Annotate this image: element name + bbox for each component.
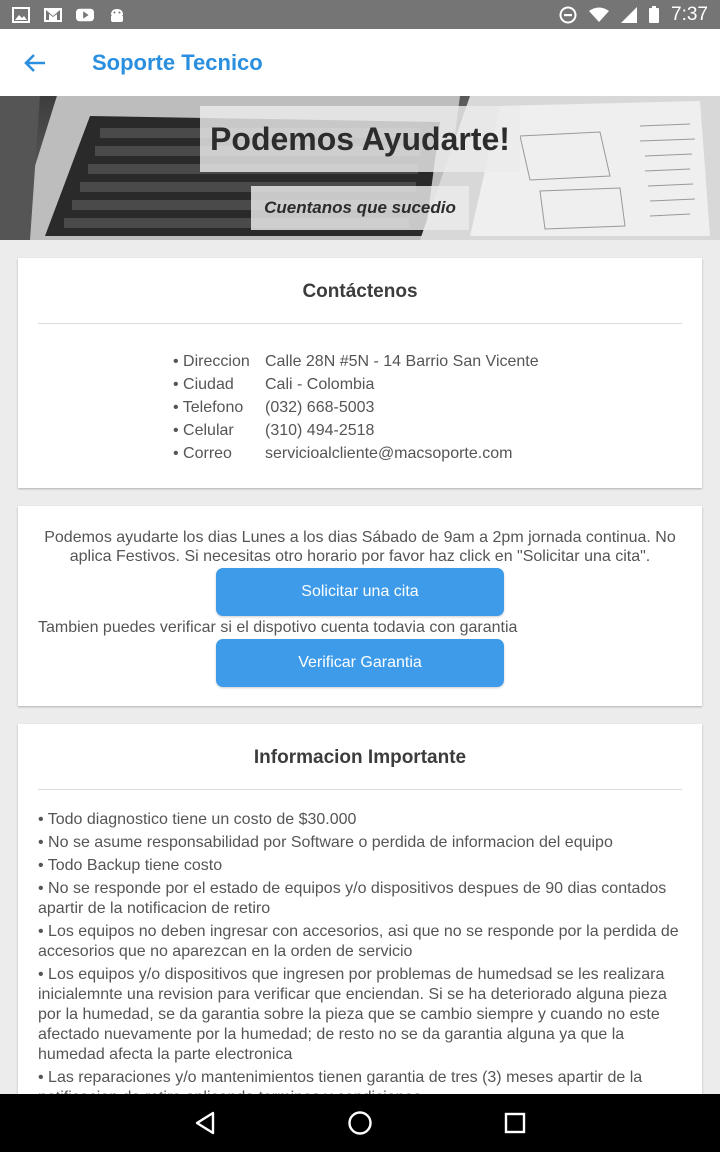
arrow-back-icon [24, 53, 45, 72]
hero-title: Podemos Ayudarte! [200, 106, 520, 172]
divider [38, 789, 682, 790]
nav-home-icon [348, 1111, 372, 1135]
info-heading: Informacion Importante [253, 747, 467, 768]
do-not-disturb-icon [559, 6, 577, 23]
signal-icon [621, 6, 638, 23]
list-item: • Todo Backup tiene costo [38, 857, 223, 874]
list-item: • No se responde por el estado de equipo… [38, 880, 667, 917]
schedule-intro: Podemos ayudarte los dias Lunes a los di… [44, 529, 676, 565]
wifi-icon [589, 7, 610, 22]
important-info-card: Informacion Importante • Todo diagnostic… [18, 724, 702, 1124]
status-bar: 7:37 [0, 0, 720, 29]
contact-value: Cali - Colombia [265, 376, 375, 393]
contact-row-mobile: • Celular (310) 494-2518 [173, 419, 539, 442]
list-item: • No se asume responsabilidad por Softwa… [38, 834, 613, 851]
contact-label: • Correo [173, 445, 232, 462]
contact-heading: Contáctenos [302, 281, 418, 302]
request-appointment-button[interactable]: Solicitar una cita [216, 568, 504, 616]
nav-back-icon [195, 1111, 215, 1135]
nav-recents-icon [504, 1112, 526, 1134]
divider [38, 323, 682, 324]
verify-warranty-button[interactable]: Verificar Garantia [216, 639, 504, 687]
hero-banner: Podemos Ayudarte! Cuentanos que sucedio [0, 96, 720, 240]
nav-back-button[interactable] [185, 1103, 225, 1143]
nav-recents-button[interactable] [495, 1103, 535, 1143]
contact-card: Contáctenos • Direccion Calle 28N #5N - … [18, 258, 702, 488]
contact-label: • Ciudad [173, 376, 234, 393]
contact-row-city: • Ciudad Cali - Colombia [173, 373, 539, 396]
battery-icon [649, 6, 660, 23]
app-bar: Soporte Tecnico [0, 29, 720, 96]
image-icon [12, 6, 30, 23]
youtube-icon [76, 8, 94, 21]
contact-value: Calle 28N #5N - 14 Barrio San Vicente [265, 353, 539, 370]
contact-table: • Direccion Calle 28N #5N - 14 Barrio Sa… [173, 350, 539, 465]
contact-label: • Telefono [173, 399, 244, 416]
nav-home-button[interactable] [340, 1103, 380, 1143]
clock: 7:37 [671, 3, 708, 25]
list-item: • Los equipos y/o dispositivos que ingre… [38, 966, 667, 1063]
page-title: Soporte Tecnico [92, 49, 263, 75]
navigation-bar [0, 1094, 720, 1152]
contact-label: • Celular [173, 422, 234, 439]
list-item: • Los equipos no deben ingresar con acce… [38, 923, 679, 960]
back-button[interactable] [0, 29, 70, 96]
contact-value[interactable]: servicioalcliente@macsoporte.com [265, 442, 512, 465]
contact-value[interactable]: (310) 494-2518 [265, 419, 374, 442]
gmail-icon [44, 7, 62, 22]
hero-subtitle: Cuentanos que sucedio [251, 186, 469, 230]
schedule-card: Podemos ayudarte los dias Lunes a los di… [18, 506, 702, 706]
contact-row-address: • Direccion Calle 28N #5N - 14 Barrio Sa… [173, 350, 539, 373]
contact-value[interactable]: (032) 668-5003 [265, 396, 374, 419]
contact-label: • Direccion [173, 353, 250, 370]
contact-row-phone: • Telefono (032) 668-5003 [173, 396, 539, 419]
android-icon [111, 8, 123, 22]
list-item: • Todo diagnostico tiene un costo de $30… [38, 811, 357, 828]
contact-row-email: • Correo servicioalcliente@macsoporte.co… [173, 442, 539, 465]
info-list: • Todo diagnostico tiene un costo de $30… [38, 810, 684, 1111]
warranty-text: Tambien puedes verificar si el dispotivo… [38, 619, 518, 636]
